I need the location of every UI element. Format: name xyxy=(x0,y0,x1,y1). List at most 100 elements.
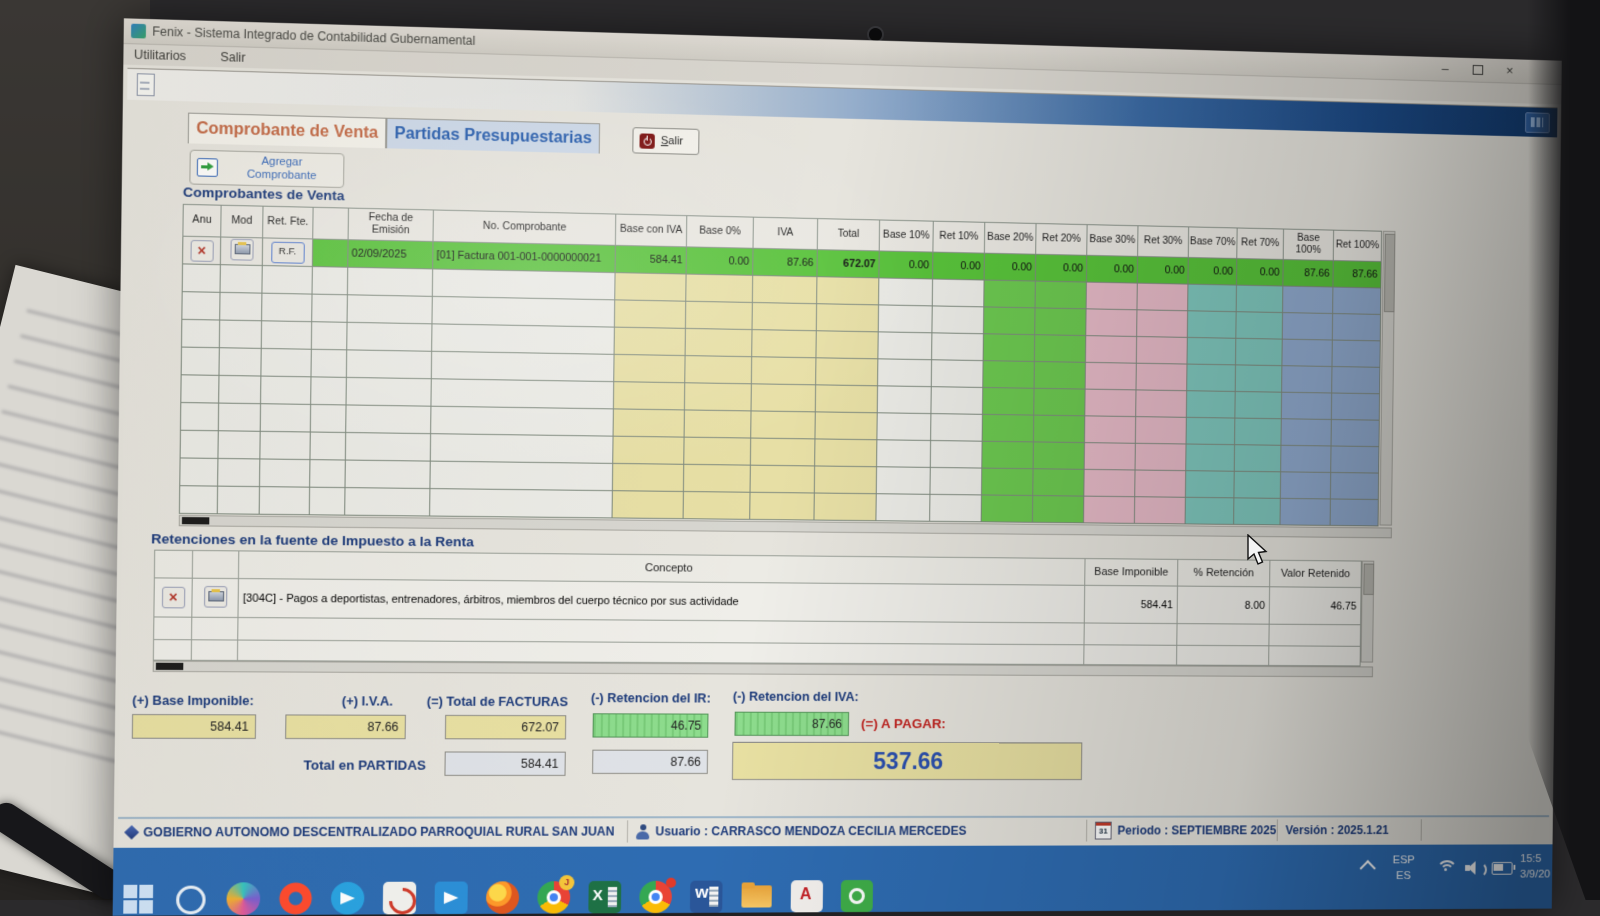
tray-chevron-icon[interactable] xyxy=(1360,860,1376,877)
word-icon[interactable] xyxy=(690,881,723,913)
col-comprobante: No. Comprobante xyxy=(433,210,616,245)
add-comprobante-icon xyxy=(197,158,218,177)
telegram-icon[interactable] xyxy=(331,882,365,915)
agregar-comprobante-button[interactable]: Agregar Comprobante xyxy=(189,150,344,188)
cell-ret-70: 0.00 xyxy=(1236,259,1283,287)
close-button[interactable]: × xyxy=(1501,62,1518,79)
cell-ret-20: 0.00 xyxy=(1035,254,1086,282)
col-base-30: Base 30% xyxy=(1087,225,1138,257)
col-iva: IVA xyxy=(753,217,818,249)
ret-ir-value: 46.75 xyxy=(593,713,709,737)
col-base-con-iva: Base con IVA xyxy=(615,214,686,247)
col-base-100: Base 100% xyxy=(1283,229,1333,261)
partidas-base-value: 584.41 xyxy=(444,751,565,775)
col-ret-10: Ret 10% xyxy=(933,221,985,253)
partidas-iva-value: 87.66 xyxy=(592,750,708,774)
menu-utilitarios[interactable]: Utilitarios xyxy=(134,47,186,63)
minimize-button[interactable]: – xyxy=(1436,60,1453,77)
sales-grid: Anu Mod Ret. Fte. Fecha de Emisión No. C… xyxy=(179,204,1396,527)
entity-icon xyxy=(124,825,139,840)
status-entity: GOBIERNO AUTONOMO DESCENTRALIZADO PARROQ… xyxy=(143,824,614,839)
ret-iva-label: (-) Retencion del IVA: xyxy=(733,690,859,704)
cell-ret-base: 584.41 xyxy=(1084,585,1177,623)
firefox-icon[interactable] xyxy=(486,881,519,914)
col-ret-fte: Ret. Fte. xyxy=(263,206,313,239)
ret-iva-value: 87.66 xyxy=(734,712,849,736)
base-imponible-value: 584.41 xyxy=(132,714,256,739)
file-explorer-icon[interactable] xyxy=(740,880,773,912)
language-indicator[interactable]: ESP ES xyxy=(1392,853,1414,883)
menu-salir[interactable]: Salir xyxy=(220,50,245,65)
delete-retention-icon[interactable]: × xyxy=(161,587,184,609)
restore-button[interactable] xyxy=(1469,61,1486,78)
cell-comprobante: [01] Factura 001-001-0000000021 xyxy=(433,241,616,272)
acrobat-reader-icon[interactable] xyxy=(791,880,823,912)
windows-taskbar: J ESP ES 15:5 3/9/20 xyxy=(113,844,1553,915)
paint-3d-icon[interactable] xyxy=(226,882,260,915)
cell-ret-100: 87.66 xyxy=(1333,261,1381,288)
retentions-vertical-scrollbar[interactable] xyxy=(1361,561,1375,663)
speaker-icon[interactable] xyxy=(1465,860,1484,876)
col-valor-retenido: Valor Retenido xyxy=(1270,560,1362,587)
cell-base-70: 0.00 xyxy=(1188,257,1237,285)
power-icon xyxy=(639,133,654,149)
iva-value: 87.66 xyxy=(285,714,406,739)
edit-retention-icon[interactable] xyxy=(203,585,226,607)
mouse-cursor xyxy=(1245,534,1269,566)
a-pagar-value: 537.66 xyxy=(732,742,1082,780)
tab-comprobante-de-venta[interactable]: Comprobante de Venta xyxy=(188,113,387,149)
col-base-0: Base 0% xyxy=(686,216,753,249)
recycle-bin-icon[interactable] xyxy=(383,882,417,915)
cell-base-20: 0.00 xyxy=(984,253,1036,281)
windows-start-icon[interactable] xyxy=(121,883,155,916)
calendar-icon: 31 xyxy=(1095,822,1112,840)
opera-icon[interactable] xyxy=(279,882,313,915)
chrome-icon[interactable] xyxy=(639,881,672,913)
user-icon xyxy=(636,824,649,839)
salir-button[interactable]: Salir xyxy=(632,127,699,155)
window-title: Fenix - Sistema Integrado de Contabilida… xyxy=(152,24,475,48)
laptop-screen: Fenix - Sistema Integrado de Contabilida… xyxy=(113,18,1562,915)
tab-partidas-presupuestarias[interactable]: Partidas Presupuestarias xyxy=(386,118,600,154)
retentions-grid: Concepto Base Imponible % Retención Valo… xyxy=(153,550,1374,667)
cell-base-100: 87.66 xyxy=(1283,259,1333,287)
modify-row-icon[interactable] xyxy=(230,239,253,261)
col-ret-100: Ret 100% xyxy=(1333,230,1381,261)
status-user: Usuario : CARRASCO MENDOZA CECILIA MERCE… xyxy=(655,824,966,839)
wifi-icon[interactable] xyxy=(1436,860,1455,876)
cell-base-10: 0.00 xyxy=(879,251,933,279)
retentions-section-title: Retenciones en la fuente de Impuesto a l… xyxy=(151,531,474,549)
cell-concepto: [304C] - Pagos a deportistas, entrenador… xyxy=(238,579,1085,623)
col-base-70: Base 70% xyxy=(1188,227,1237,259)
cell-fecha: 02/09/2025 xyxy=(348,240,433,269)
facturas-value: 672.07 xyxy=(445,715,566,740)
col-base-10: Base 10% xyxy=(879,220,933,252)
col-total: Total xyxy=(817,219,879,251)
col-ret-70: Ret 70% xyxy=(1237,228,1284,260)
status-period: Periodo : SEPTIEMBRE 2025 xyxy=(1117,823,1276,837)
col-fecha: Fecha de Emisión xyxy=(348,208,433,241)
telegram-desktop-icon[interactable] xyxy=(434,881,467,914)
chrome-profile-icon[interactable]: J xyxy=(537,881,570,914)
cell-base-30: 0.00 xyxy=(1086,255,1137,283)
base-imponible-label: (+) Base Imponible: xyxy=(132,693,254,708)
salir-button-label: Salir xyxy=(661,135,683,148)
cell-ret-valor: 46.75 xyxy=(1269,587,1361,625)
annul-row-icon[interactable]: × xyxy=(190,239,213,261)
col-mod: Mod xyxy=(221,205,263,238)
app-icon xyxy=(131,24,146,39)
retencion-fuente-button[interactable]: R.F. xyxy=(271,241,305,263)
cell-total: 672.07 xyxy=(817,250,879,278)
excel-icon[interactable] xyxy=(588,881,621,913)
whatsapp-icon[interactable] xyxy=(841,880,873,912)
battery-icon[interactable] xyxy=(1492,862,1513,875)
a-pagar-label: (=) A PAGAR: xyxy=(861,716,946,731)
cell-base-con-iva: 584.41 xyxy=(615,245,686,274)
cell-iva: 87.66 xyxy=(753,248,818,276)
col-base-20: Base 20% xyxy=(984,222,1036,254)
band-corner-icon[interactable] xyxy=(1525,112,1550,133)
facturas-label: (=) Total de FACTURAS xyxy=(427,694,568,709)
ret-ir-label: (-) Retencion del IR: xyxy=(591,691,711,706)
clock[interactable]: 15:5 3/9/20 xyxy=(1520,851,1551,882)
col-ret-30: Ret 30% xyxy=(1138,226,1189,258)
